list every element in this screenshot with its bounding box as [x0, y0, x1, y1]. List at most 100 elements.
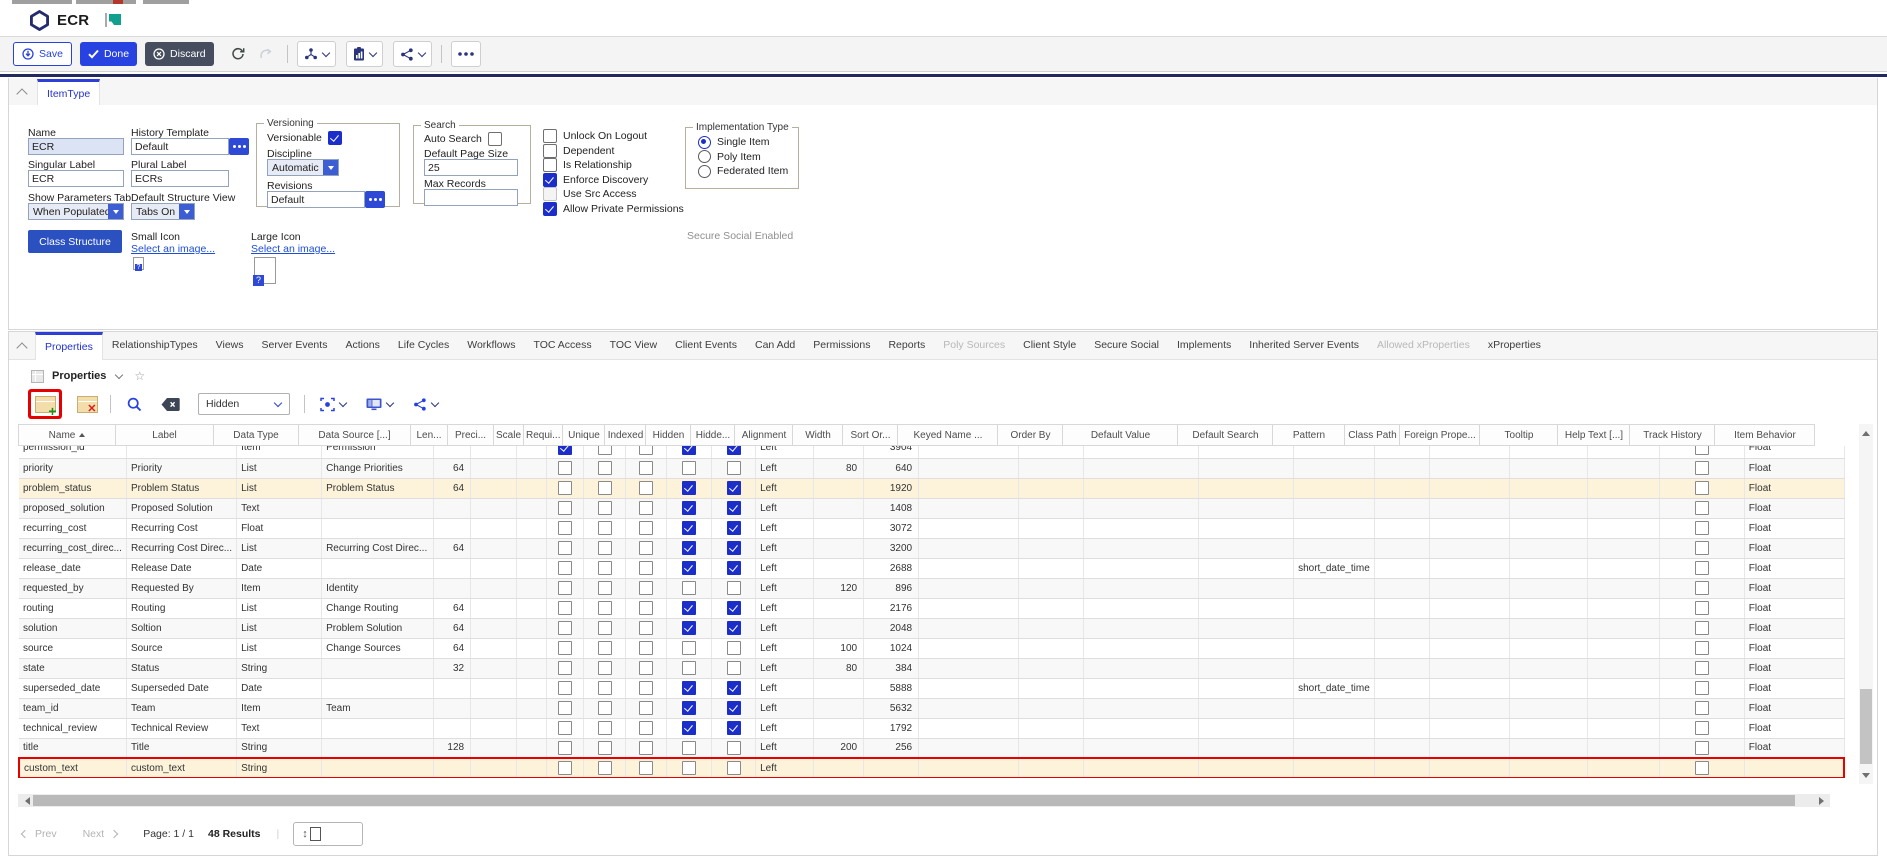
column-header-help-text[interactable]: Help Text [...]: [1558, 425, 1630, 446]
cell-checkbox[interactable]: [598, 541, 612, 555]
table-row-recurring-cost[interactable]: recurring_costRecurring CostFloatLeft307…: [19, 518, 1844, 538]
cell-checkbox[interactable]: [1695, 501, 1709, 515]
cell-checkbox[interactable]: [558, 581, 572, 595]
tab-views[interactable]: Views: [207, 332, 253, 359]
table-row-recurring-cost-direc[interactable]: recurring_cost_direc...Recurring Cost Di…: [19, 538, 1844, 558]
radio-single-item[interactable]: Single Item: [698, 135, 788, 150]
scroll-right-arrow[interactable]: [1814, 794, 1828, 807]
prev-page-button[interactable]: Prev: [22, 828, 57, 840]
cell-checkbox[interactable]: [639, 741, 653, 755]
column-header-default-value[interactable]: Default Value: [1063, 425, 1178, 446]
cell-checkbox[interactable]: [639, 701, 653, 715]
tab-properties[interactable]: Properties: [35, 332, 103, 360]
cell-checkbox[interactable]: [639, 446, 653, 455]
cell-checkbox[interactable]: [727, 641, 741, 655]
tab-client-style[interactable]: Client Style: [1014, 332, 1085, 359]
cell-checkbox[interactable]: [682, 541, 696, 555]
cell-checkbox[interactable]: [598, 741, 612, 755]
cell-checkbox[interactable]: [598, 581, 612, 595]
tab-secure-social[interactable]: Secure Social: [1085, 332, 1168, 359]
cell-checkbox[interactable]: [598, 701, 612, 715]
flag-dependent[interactable]: Dependent: [543, 144, 684, 159]
column-header-track-history[interactable]: Track History: [1630, 425, 1715, 446]
radio-button[interactable]: [698, 165, 711, 178]
horizontal-scrollbar[interactable]: [18, 794, 1830, 807]
column-header-class-path[interactable]: Class Path: [1345, 425, 1400, 446]
cell-checkbox[interactable]: [639, 641, 653, 655]
default-structure-view-select[interactable]: Tabs On: [131, 203, 195, 220]
refresh-button[interactable]: [226, 42, 250, 66]
table-row-custom-text[interactable]: custom_textcustom_textStringLeft: [19, 758, 1844, 778]
column-header-data-type[interactable]: Data Type: [214, 425, 299, 446]
table-row-technical-review[interactable]: technical_reviewTechnical ReviewTextLeft…: [19, 718, 1844, 738]
cell-checkbox[interactable]: [1695, 681, 1709, 695]
radio-federated-item[interactable]: Federated Item: [698, 164, 788, 179]
save-button[interactable]: Save: [13, 42, 72, 66]
cell-checkbox[interactable]: [1695, 601, 1709, 615]
grid-share-menu-button[interactable]: [407, 392, 444, 416]
column-header-pattern[interactable]: Pattern: [1273, 425, 1345, 446]
flag-enforce-discovery[interactable]: Enforce Discovery: [543, 173, 684, 188]
discard-button[interactable]: Discard: [145, 42, 214, 66]
checkbox[interactable]: [543, 173, 557, 187]
cell-checkbox[interactable]: [682, 721, 696, 735]
cell-checkbox[interactable]: [727, 681, 741, 695]
cell-checkbox[interactable]: [727, 521, 741, 535]
cell-checkbox[interactable]: [1695, 661, 1709, 675]
cell-checkbox[interactable]: [682, 701, 696, 715]
share-menu-button[interactable]: [393, 41, 432, 67]
cell-checkbox[interactable]: [1695, 461, 1709, 475]
column-header-len[interactable]: Len...: [411, 425, 448, 446]
checkbox[interactable]: [543, 202, 557, 216]
radio-poly-item[interactable]: Poly Item: [698, 150, 788, 165]
tab-permissions[interactable]: Permissions: [804, 332, 879, 359]
cell-checkbox[interactable]: [682, 461, 696, 475]
cell-checkbox[interactable]: [598, 461, 612, 475]
cell-checkbox[interactable]: [598, 681, 612, 695]
small-icon-placeholder[interactable]: [133, 257, 144, 270]
radio-button[interactable]: [698, 136, 711, 149]
max-records-field[interactable]: [424, 189, 518, 206]
flag-unlock-on-logout[interactable]: Unlock On Logout: [543, 129, 684, 144]
cell-checkbox[interactable]: [558, 446, 572, 455]
cell-checkbox[interactable]: [598, 501, 612, 515]
scroll-up-arrow[interactable]: [1859, 426, 1873, 440]
cell-checkbox[interactable]: [558, 701, 572, 715]
cell-checkbox[interactable]: [639, 561, 653, 575]
cell-checkbox[interactable]: [558, 481, 572, 495]
flag-is-relationship[interactable]: Is Relationship: [543, 158, 684, 173]
cell-checkbox[interactable]: [682, 681, 696, 695]
column-header-order-by[interactable]: Order By: [998, 425, 1063, 446]
cell-checkbox[interactable]: [682, 446, 696, 455]
cell-checkbox[interactable]: [1695, 561, 1709, 575]
cell-checkbox[interactable]: [682, 581, 696, 595]
vertical-scrollbar[interactable]: [1859, 424, 1873, 784]
name-field[interactable]: [28, 138, 124, 155]
cell-checkbox[interactable]: [639, 601, 653, 615]
cell-checkbox[interactable]: [1695, 641, 1709, 655]
cell-checkbox[interactable]: [1695, 541, 1709, 555]
column-header-hidde[interactable]: Hidde...: [691, 425, 735, 446]
cell-checkbox[interactable]: [727, 501, 741, 515]
more-actions-button[interactable]: [451, 41, 481, 67]
add-property-button[interactable]: +: [31, 392, 59, 416]
filter-select[interactable]: Hidden: [198, 393, 290, 415]
cell-checkbox[interactable]: [682, 561, 696, 575]
tab-itemtype[interactable]: ItemType: [37, 79, 100, 106]
checkbox[interactable]: [543, 144, 557, 158]
cell-checkbox[interactable]: [639, 761, 653, 775]
cell-checkbox[interactable]: [1695, 721, 1709, 735]
cell-checkbox[interactable]: [727, 481, 741, 495]
cell-checkbox[interactable]: [558, 661, 572, 675]
history-template-field[interactable]: [131, 138, 229, 155]
cell-checkbox[interactable]: [639, 461, 653, 475]
cell-checkbox[interactable]: [598, 621, 612, 635]
plural-label-field[interactable]: [131, 170, 229, 187]
table-row-solution[interactable]: solutionSoltionListProblem Solution64Lef…: [19, 618, 1844, 638]
cell-checkbox[interactable]: [682, 481, 696, 495]
done-button[interactable]: Done: [80, 42, 137, 66]
next-page-button[interactable]: Next: [83, 828, 118, 840]
collapse-chevron-icon[interactable]: [9, 79, 35, 105]
chevron-down-icon[interactable]: [115, 370, 123, 378]
table-row-proposed-solution[interactable]: proposed_solutionProposed SolutionTextLe…: [19, 498, 1844, 518]
